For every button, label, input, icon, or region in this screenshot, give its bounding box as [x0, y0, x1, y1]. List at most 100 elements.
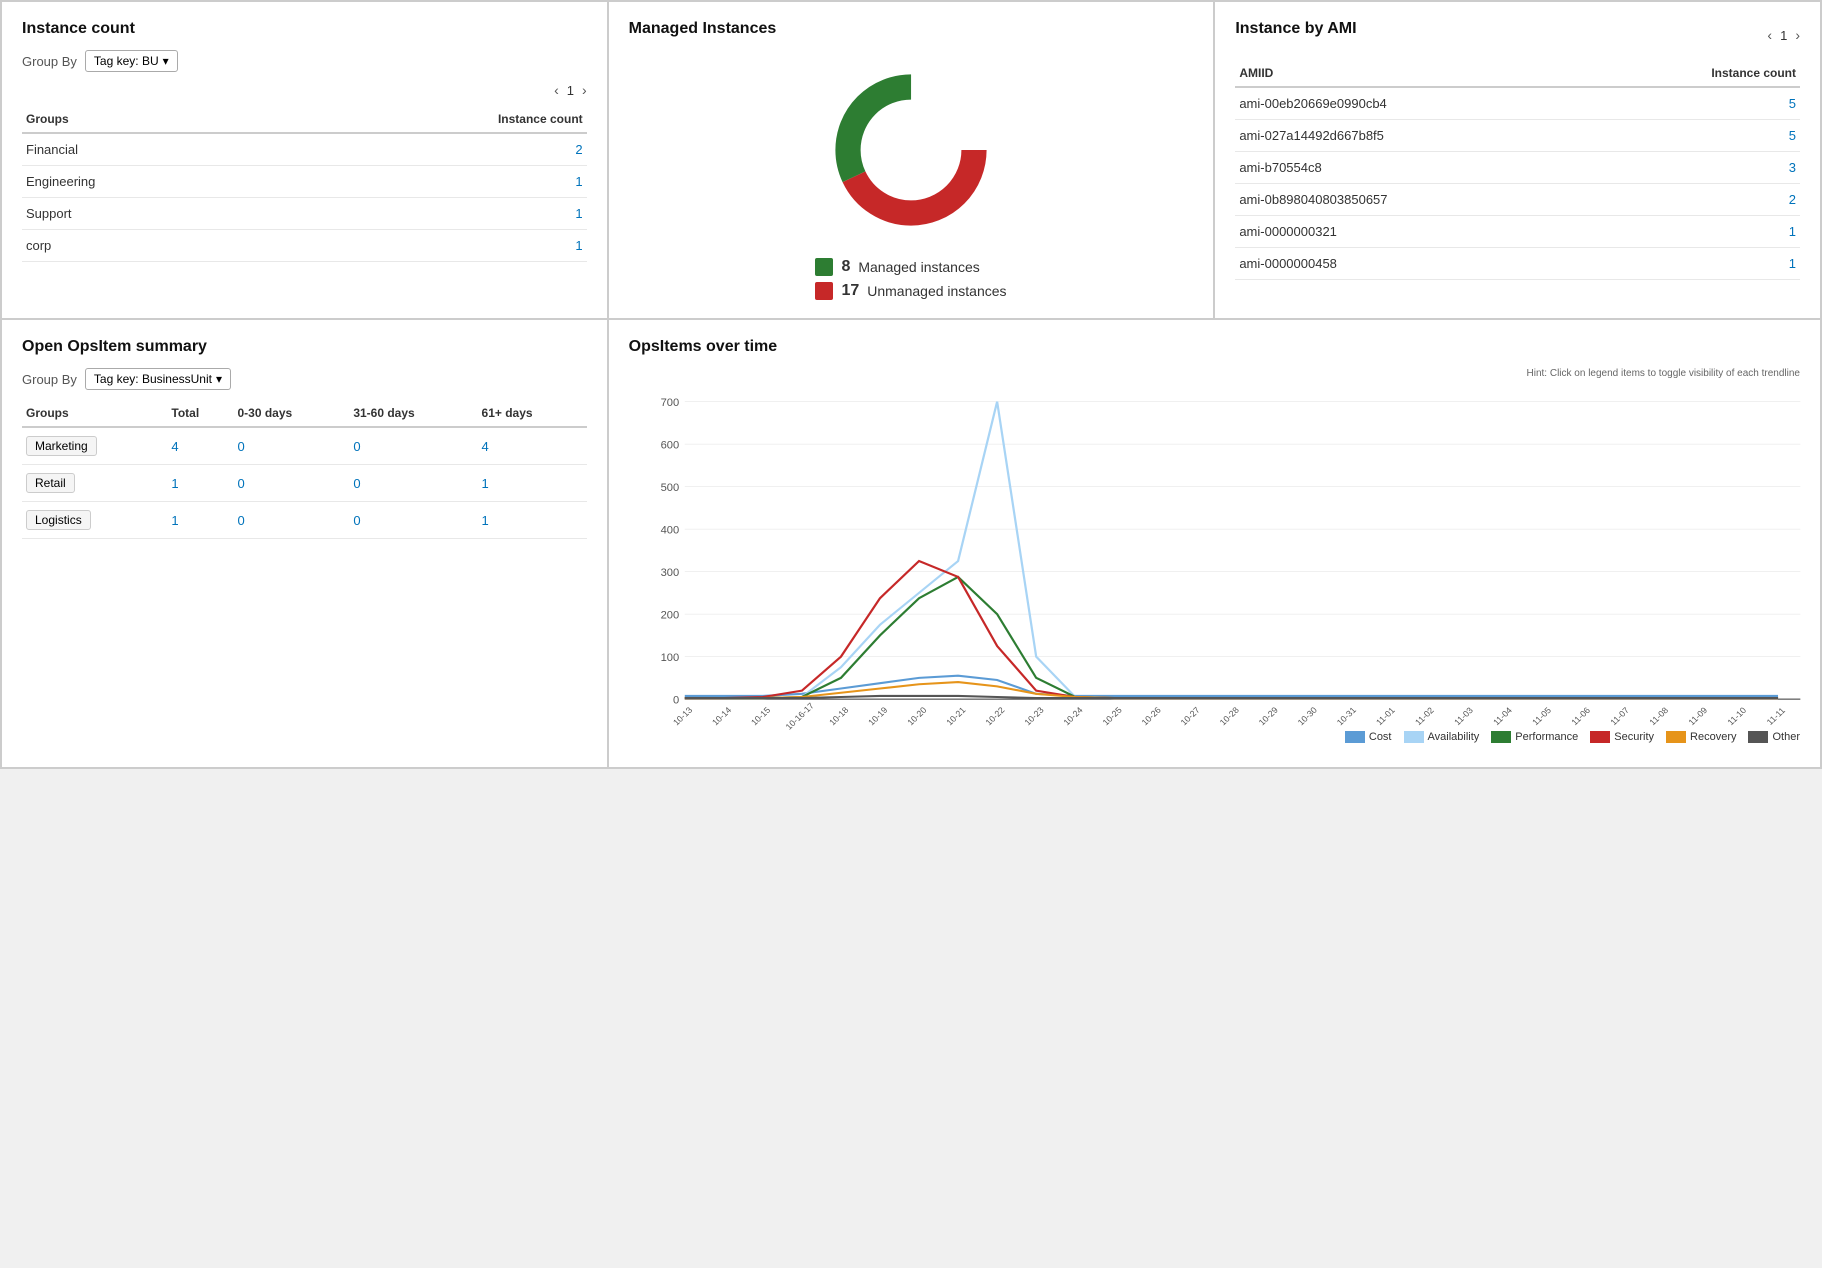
opsitem-group: Marketing [22, 427, 167, 465]
ami-id: ami-027a14492d667b8f5 [1235, 120, 1589, 152]
ami-count-val[interactable]: 5 [1590, 87, 1800, 120]
opsitem-61plus[interactable]: 4 [478, 427, 587, 465]
ami-count-val[interactable]: 3 [1590, 152, 1800, 184]
opsitem-030[interactable]: 0 [233, 465, 349, 502]
ami-table: AMIID Instance count ami-00eb20669e0990c… [1235, 60, 1800, 280]
legend-item[interactable]: Availability [1404, 731, 1480, 743]
ami-page-number: 1 [1780, 28, 1787, 43]
svg-text:10-28: 10-28 [1217, 705, 1240, 727]
opsitem-61plus[interactable]: 1 [478, 502, 587, 539]
opsitem-title: Open OpsItem summary [22, 338, 587, 356]
managed-instances-title: Managed Instances [629, 20, 777, 38]
ami-count-val[interactable]: 1 [1590, 248, 1800, 280]
svg-text:11-08: 11-08 [1647, 705, 1670, 727]
donut-chart-container: 8 Managed instances 17 Unmanaged instanc… [629, 60, 1194, 300]
instance-count-panel: Instance count Group By Tag key: BU ▾ ‹ … [1, 1, 608, 319]
svg-text:11-05: 11-05 [1530, 705, 1553, 727]
chart-hint: Hint: Click on legend items to toggle vi… [629, 368, 1800, 379]
legend-color [1404, 731, 1424, 743]
group-name: Financial [22, 133, 279, 166]
svg-text:11-10: 11-10 [1725, 705, 1748, 727]
opsitem-3160[interactable]: 0 [349, 465, 477, 502]
svg-text:11-11: 11-11 [1764, 705, 1787, 726]
opsitem-3160[interactable]: 0 [349, 502, 477, 539]
legend-item[interactable]: Security [1590, 731, 1654, 743]
instance-count-val[interactable]: 1 [279, 166, 587, 198]
ami-count-val[interactable]: 2 [1590, 184, 1800, 216]
legend-label: Security [1614, 731, 1654, 743]
unmanaged-color-box [815, 282, 833, 300]
svg-text:10-25: 10-25 [1100, 705, 1123, 727]
opsitem-total[interactable]: 4 [167, 427, 233, 465]
ami-id: ami-0b898040803850657 [1235, 184, 1589, 216]
opsitem-030[interactable]: 0 [233, 427, 349, 465]
svg-text:100: 100 [660, 652, 679, 664]
instance-by-ami-panel: Instance by AMI ‹ 1 › AMIID Instance cou… [1214, 1, 1821, 319]
instance-count-val[interactable]: 1 [279, 198, 587, 230]
managed-legend: 8 Managed instances [815, 258, 1006, 276]
instance-count-val[interactable]: 1 [279, 230, 587, 262]
col-groups: Groups [22, 106, 279, 133]
svg-text:10-30: 10-30 [1295, 705, 1318, 727]
chart-grid: 700 600 500 400 300 200 100 0 [660, 397, 1800, 706]
legend-color [1590, 731, 1610, 743]
ami-count-val[interactable]: 1 [1590, 216, 1800, 248]
chart-area: 700 600 500 400 300 200 100 0 10-13 [629, 391, 1800, 731]
svg-text:10-14: 10-14 [710, 705, 733, 727]
opsitem-chevron-down-icon: ▾ [216, 372, 222, 386]
group-by-label: Group By [22, 54, 77, 69]
table-row: ami-00000004581 [1235, 248, 1800, 280]
next-page-btn[interactable]: › [582, 82, 587, 98]
ami-next-page-btn[interactable]: › [1795, 27, 1800, 43]
legend-item[interactable]: Other [1748, 731, 1800, 743]
svg-text:200: 200 [660, 610, 679, 622]
ami-count-val[interactable]: 5 [1590, 120, 1800, 152]
opsitem-col-61plus: 61+ days [478, 400, 587, 427]
ami-prev-page-btn[interactable]: ‹ [1767, 27, 1772, 43]
opsitem-group-by-label: Group By [22, 372, 77, 387]
table-row: corp1 [22, 230, 587, 262]
opstime-title: OpsItems over time [629, 338, 1800, 356]
prev-page-btn[interactable]: ‹ [554, 82, 559, 98]
svg-text:10-31: 10-31 [1334, 705, 1357, 727]
table-row: Logistics 1 0 0 1 [22, 502, 587, 539]
group-name: Engineering [22, 166, 279, 198]
opsitem-030[interactable]: 0 [233, 502, 349, 539]
group-tag-btn[interactable]: Retail [26, 473, 75, 493]
svg-text:10-22: 10-22 [983, 705, 1006, 727]
legend-color [1666, 731, 1686, 743]
svg-text:600: 600 [660, 440, 679, 452]
group-name: Support [22, 198, 279, 230]
group-tag-btn[interactable]: Marketing [26, 436, 97, 456]
opsitem-61plus[interactable]: 1 [478, 465, 587, 502]
opsitem-3160[interactable]: 0 [349, 427, 477, 465]
opsitem-col-groups: Groups [22, 400, 167, 427]
opsitem-total[interactable]: 1 [167, 502, 233, 539]
group-tag-btn[interactable]: Logistics [26, 510, 91, 530]
availability-line [684, 402, 1777, 698]
svg-text:10-20: 10-20 [905, 705, 928, 727]
legend-item[interactable]: Performance [1491, 731, 1578, 743]
svg-text:400: 400 [660, 525, 679, 537]
opsitem-panel: Open OpsItem summary Group By Tag key: B… [1, 319, 608, 768]
instance-count-groupby-dropdown[interactable]: Tag key: BU ▾ [85, 50, 178, 72]
legend-label: Other [1772, 731, 1800, 743]
opsitem-groupby-dropdown[interactable]: Tag key: BusinessUnit ▾ [85, 368, 231, 390]
svg-text:500: 500 [660, 482, 679, 494]
ami-col-amiid: AMIID [1235, 60, 1589, 87]
unmanaged-legend: 17 Unmanaged instances [815, 282, 1006, 300]
svg-text:10-26: 10-26 [1139, 705, 1162, 727]
ami-title: Instance by AMI [1235, 20, 1356, 38]
instance-count-val[interactable]: 2 [279, 133, 587, 166]
legend-item[interactable]: Recovery [1666, 731, 1736, 743]
legend-label: Availability [1428, 731, 1480, 743]
page-number: 1 [567, 83, 574, 98]
opsitem-table: Groups Total 0-30 days 31-60 days 61+ da… [22, 400, 587, 539]
legend-label: Recovery [1690, 731, 1736, 743]
table-row: Support1 [22, 198, 587, 230]
svg-text:700: 700 [660, 397, 679, 409]
opsitem-total[interactable]: 1 [167, 465, 233, 502]
chart-legend-container: Cost Availability Performance Security Recov… [629, 731, 1800, 743]
ami-id: ami-0000000321 [1235, 216, 1589, 248]
legend-item[interactable]: Cost [1345, 731, 1392, 743]
